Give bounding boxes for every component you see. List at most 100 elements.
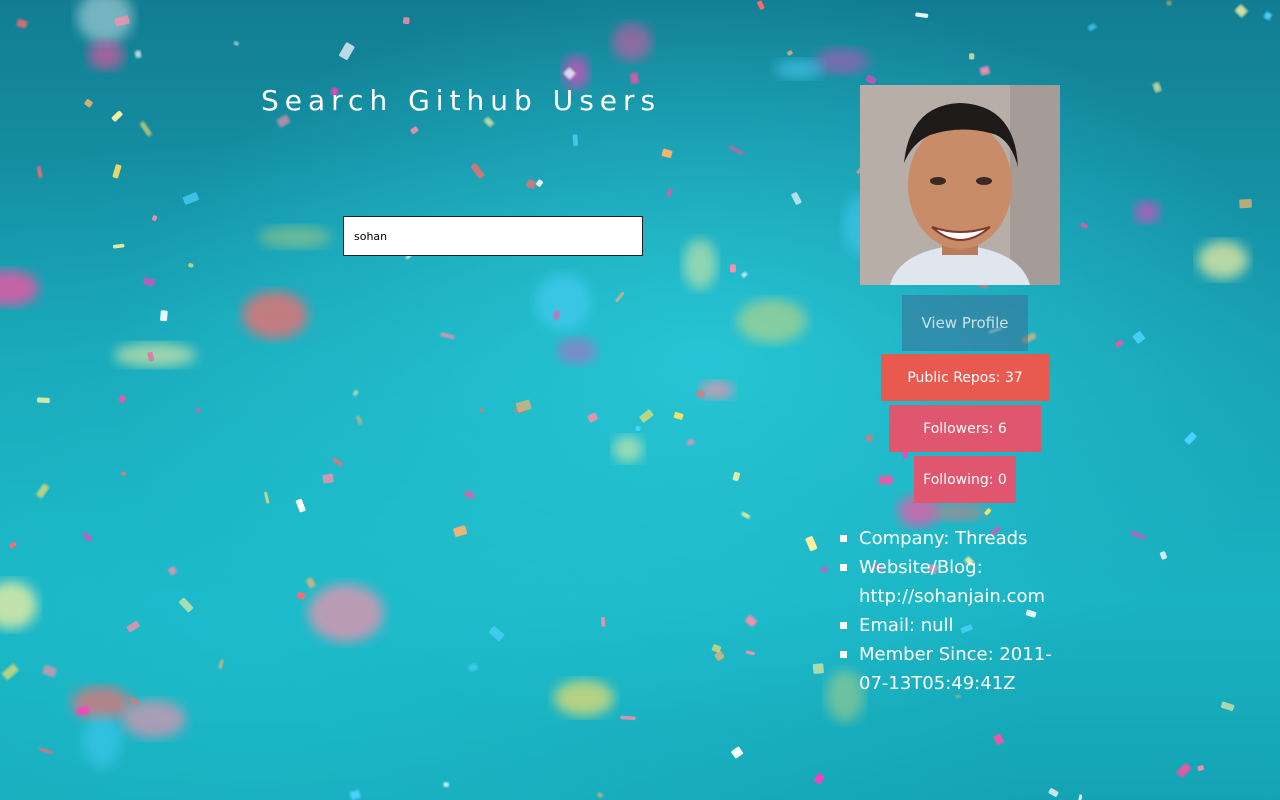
confetti-piece xyxy=(1166,0,1172,6)
confetti-piece xyxy=(1048,788,1059,797)
confetti-piece xyxy=(1132,331,1145,344)
confetti-piece xyxy=(179,597,194,613)
confetti-piece xyxy=(305,577,316,589)
page-title: Search Github Users xyxy=(261,84,662,117)
confetti-piece xyxy=(168,566,177,576)
confetti-piece xyxy=(195,407,201,413)
confetti-blob xyxy=(122,700,186,738)
confetti-piece xyxy=(673,412,684,420)
confetti-piece xyxy=(1176,763,1192,778)
confetti-piece xyxy=(791,192,802,205)
confetti-piece xyxy=(1197,765,1205,771)
confetti-piece xyxy=(440,332,455,340)
confetti-piece xyxy=(745,615,757,627)
confetti-piece xyxy=(118,394,127,404)
confetti-piece xyxy=(714,650,725,661)
confetti-blob xyxy=(259,226,331,248)
confetti-piece xyxy=(479,408,484,413)
confetti-piece xyxy=(587,412,598,423)
confetti-piece xyxy=(402,17,410,25)
confetti-piece xyxy=(1078,794,1083,800)
confetti-piece xyxy=(233,41,239,46)
public-repos-badge: Public Repos: 37 xyxy=(881,354,1049,401)
confetti-piece xyxy=(112,164,122,179)
confetti-piece xyxy=(1220,701,1235,711)
confetti-piece xyxy=(865,75,877,85)
confetti-blob xyxy=(0,270,39,306)
confetti-piece xyxy=(160,310,168,322)
confetti-piece xyxy=(295,498,306,513)
detail-email: Email: null xyxy=(840,611,1080,640)
confetti-piece xyxy=(339,42,355,60)
confetti-piece xyxy=(352,389,359,396)
confetti-piece xyxy=(615,291,625,303)
confetti-blob xyxy=(554,680,614,716)
confetti-piece xyxy=(16,18,28,29)
confetti-blob xyxy=(83,714,121,768)
confetti-piece xyxy=(732,471,741,482)
followers-badge: Followers: 6 xyxy=(889,405,1041,452)
confetti-piece xyxy=(134,50,142,59)
confetti-blob xyxy=(683,239,717,289)
confetti-piece xyxy=(464,490,475,499)
confetti-piece xyxy=(1234,4,1248,18)
confetti-blob xyxy=(0,581,37,629)
confetti-piece xyxy=(443,782,449,788)
view-profile-button[interactable]: View Profile xyxy=(902,295,1028,351)
confetti-blob xyxy=(613,436,643,462)
confetti-piece xyxy=(728,145,744,156)
confetti-piece xyxy=(36,483,50,499)
confetti-piece xyxy=(630,72,639,85)
detail-member-since: Member Since: 2011-07-13T05:49:41Z xyxy=(840,640,1080,698)
confetti-piece xyxy=(264,491,270,504)
detail-company: Company: Threads xyxy=(840,524,1080,553)
confetti-piece xyxy=(218,659,224,669)
confetti-piece xyxy=(36,166,43,178)
confetti-piece xyxy=(984,508,991,516)
confetti-piece xyxy=(322,473,334,484)
confetti-piece xyxy=(865,434,874,443)
confetti-blob xyxy=(1134,201,1160,223)
confetti-piece xyxy=(1152,82,1162,93)
detail-website: Website/Blog: http://sohanjain.com xyxy=(840,553,1080,611)
confetti-piece xyxy=(915,12,929,18)
confetti-piece xyxy=(553,310,560,320)
confetti-piece xyxy=(139,121,152,137)
confetti-piece xyxy=(9,541,17,549)
confetti-piece xyxy=(39,747,53,755)
confetti-blob xyxy=(612,23,652,61)
confetti-piece xyxy=(42,664,57,678)
confetti-piece xyxy=(993,733,1004,745)
confetti-piece xyxy=(814,773,825,785)
confetti-piece xyxy=(488,626,505,642)
confetti-piece xyxy=(84,99,93,108)
confetti-piece xyxy=(1263,11,1272,20)
confetti-blob xyxy=(737,299,807,343)
confetti-piece xyxy=(572,134,579,147)
confetti-piece xyxy=(821,566,828,573)
confetti-piece xyxy=(686,438,695,446)
confetti-piece xyxy=(515,399,532,413)
confetti-piece xyxy=(741,271,748,278)
confetti-piece xyxy=(468,663,479,672)
confetti-piece xyxy=(82,532,92,542)
search-input[interactable] xyxy=(343,216,643,256)
confetti-piece xyxy=(757,0,765,10)
confetti-piece xyxy=(483,117,494,127)
confetti-piece xyxy=(666,188,673,197)
confetti-piece xyxy=(1239,198,1252,209)
confetti-piece xyxy=(296,591,306,600)
confetti-background xyxy=(0,0,1272,800)
confetti-piece xyxy=(470,163,485,179)
confetti-blob xyxy=(775,59,823,79)
confetti-piece xyxy=(741,511,751,519)
confetti-piece xyxy=(356,415,363,425)
confetti-piece xyxy=(745,650,755,656)
confetti-piece xyxy=(1115,340,1123,347)
confetti-piece xyxy=(812,663,824,674)
confetti-piece xyxy=(731,746,744,759)
user-details-list: Company: Threads Website/Blog: http://so… xyxy=(840,524,1080,698)
confetti-piece xyxy=(182,192,199,205)
confetti-blob xyxy=(535,274,591,330)
confetti-piece xyxy=(1159,551,1168,560)
